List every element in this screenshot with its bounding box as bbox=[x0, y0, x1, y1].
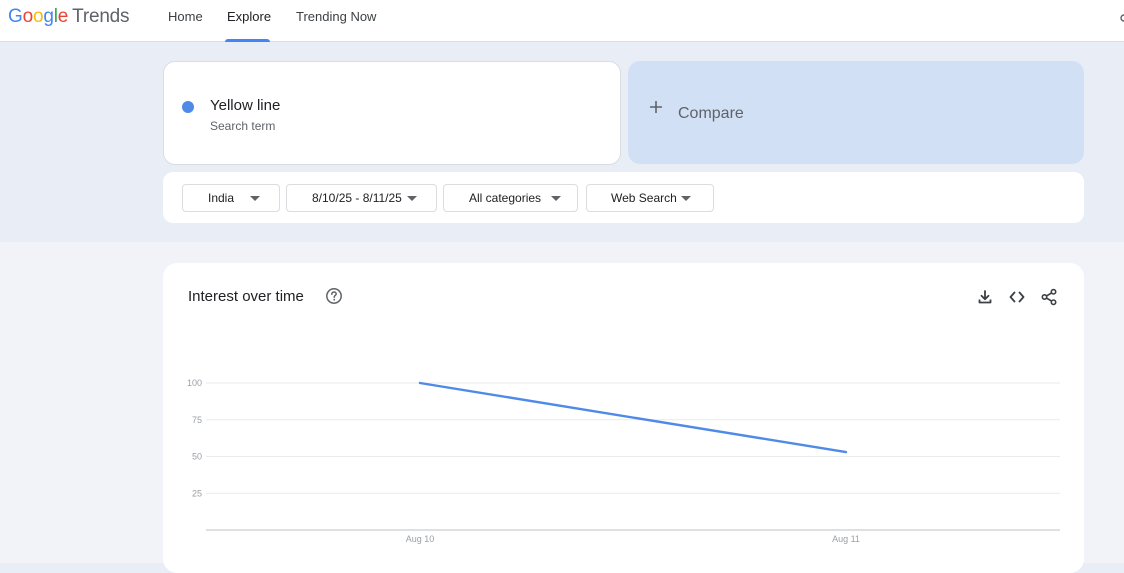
chevron-down-icon bbox=[681, 196, 691, 201]
nav-trending-now-label: Trending Now bbox=[296, 9, 376, 24]
search-term-card[interactable]: Yellow line Search term bbox=[163, 61, 621, 165]
nav-home[interactable]: Home bbox=[166, 0, 205, 42]
nav-explore-label: Explore bbox=[227, 9, 271, 24]
compare-button[interactable]: Compare bbox=[628, 61, 1084, 164]
x-tick-label: Aug 10 bbox=[406, 534, 435, 544]
active-tab-indicator bbox=[225, 39, 270, 42]
y-tick-label: 100 bbox=[187, 378, 202, 388]
top-bar: GoogleTrends Home Explore Trending Now bbox=[0, 0, 1124, 42]
logo-google-word: Google bbox=[8, 6, 68, 27]
y-tick-label: 50 bbox=[192, 452, 202, 462]
nav-explore[interactable]: Explore bbox=[225, 0, 270, 42]
plus-icon bbox=[648, 99, 664, 115]
y-tick-label: 75 bbox=[192, 415, 202, 425]
region-dropdown[interactable]: India bbox=[182, 184, 280, 212]
interest-over-time-card: Interest over time 100755025Aug 10Aug 11 bbox=[163, 263, 1084, 573]
category-value: All categories bbox=[469, 185, 541, 211]
search-term-subtitle: Search term bbox=[210, 119, 275, 133]
compare-label: Compare bbox=[678, 105, 744, 123]
filters-bar: India 8/10/25 - 8/11/25 All categories W… bbox=[163, 172, 1084, 223]
search-type-dropdown[interactable]: Web Search bbox=[586, 184, 714, 212]
term-color-dot bbox=[182, 101, 194, 113]
date-range-value: 8/10/25 - 8/11/25 bbox=[312, 185, 402, 211]
account-icon[interactable] bbox=[1118, 12, 1124, 22]
category-dropdown[interactable]: All categories bbox=[443, 184, 578, 212]
nav-home-label: Home bbox=[168, 9, 203, 24]
chevron-down-icon bbox=[250, 196, 260, 201]
chevron-down-icon bbox=[407, 196, 417, 201]
y-tick-label: 25 bbox=[192, 488, 202, 498]
google-trends-logo[interactable]: GoogleTrends bbox=[8, 6, 129, 28]
nav-trending-now[interactable]: Trending Now bbox=[294, 0, 378, 42]
search-type-value: Web Search bbox=[611, 185, 677, 211]
x-tick-label: Aug 11 bbox=[832, 534, 860, 544]
chevron-down-icon bbox=[551, 196, 561, 201]
interest-line-chart: 100 75 50 25 Aug 10 Aug 11 bbox=[163, 263, 1084, 563]
search-term-label: Yellow line bbox=[210, 97, 280, 114]
series-line bbox=[420, 383, 846, 452]
region-value: India bbox=[208, 185, 234, 211]
date-range-dropdown[interactable]: 8/10/25 - 8/11/25 bbox=[286, 184, 437, 212]
logo-trends-word: Trends bbox=[72, 6, 129, 27]
